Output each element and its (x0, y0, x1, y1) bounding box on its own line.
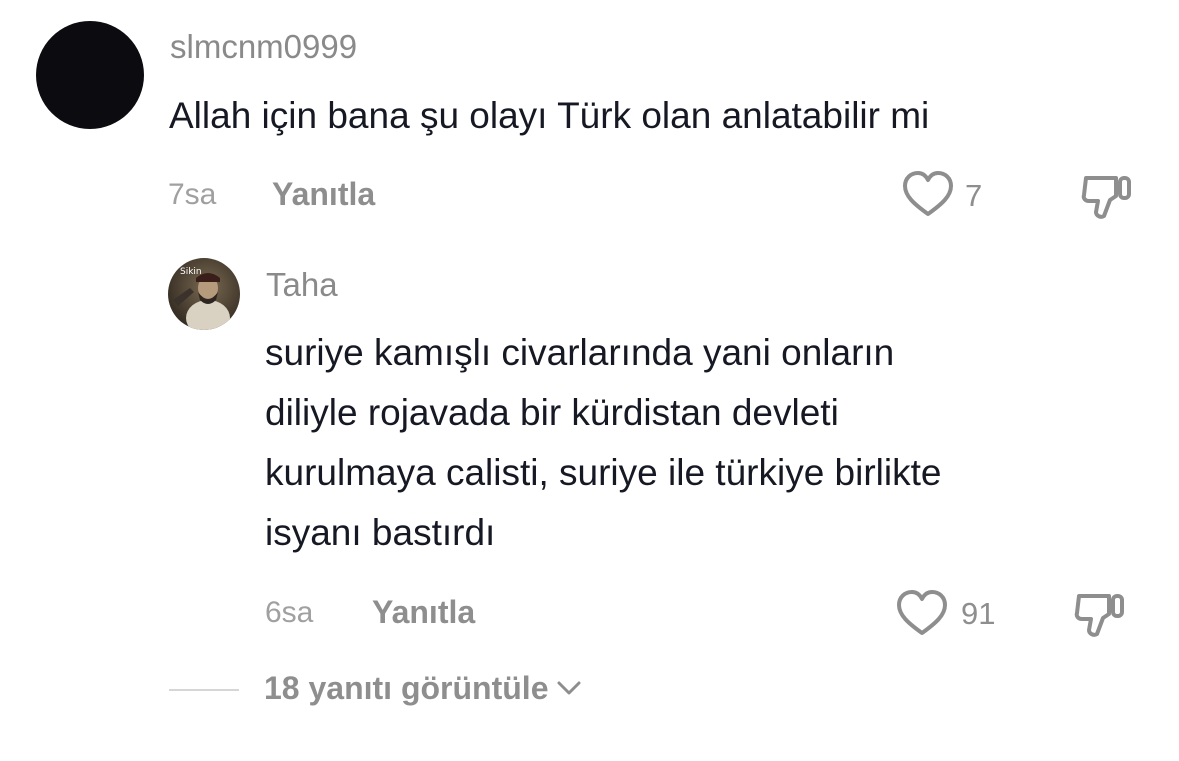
view-replies-label: 18 yanıtı görüntüle (264, 670, 549, 706)
thumbs-down-icon (1074, 594, 1124, 637)
reply-like-button[interactable] (894, 589, 950, 639)
reply-text-line: kurulmaya calisti, suriye ile türkiye bi… (265, 452, 942, 493)
comment-reply-button[interactable]: Yanıtla (272, 178, 375, 210)
comment-like-button[interactable] (900, 170, 956, 220)
reply-dislike-button[interactable] (1073, 588, 1129, 640)
heart-outline-icon (903, 171, 953, 216)
comment-dislike-button[interactable] (1080, 170, 1136, 222)
comment-text: Allah için bana şu olayı Türk olan anlat… (169, 95, 930, 136)
avatar-label: Sikin (180, 267, 202, 277)
reply-reply-button[interactable]: Yanıtla (372, 596, 475, 628)
reply-username[interactable]: Taha (266, 268, 338, 301)
view-replies-divider (169, 689, 239, 691)
comment-timestamp: 7sa (168, 178, 217, 211)
reply-avatar-image: Sikin (168, 258, 240, 330)
reply-text: suriye kamışlı civarlarında yani onların… (265, 323, 941, 563)
thumbs-down-icon (1081, 176, 1131, 219)
reply-text-line: diliyle rojavada bir kürdistan devleti (265, 392, 839, 433)
reply-timestamp: 6sa (265, 596, 314, 629)
view-replies-button[interactable]: 18 yanıtı görüntüle (264, 672, 584, 704)
reply-text-line: isyanı bastırdı (265, 512, 496, 553)
reply-avatar[interactable]: Sikin (168, 258, 240, 330)
reply-like-count: 91 (961, 596, 996, 631)
chevron-down-icon (557, 681, 581, 695)
comment-username[interactable]: slmcnm0999 (170, 30, 357, 63)
comment-like-count: 7 (965, 178, 983, 213)
comment-avatar[interactable] (36, 21, 144, 129)
heart-outline-icon (897, 590, 947, 635)
reply-text-line: suriye kamışlı civarlarında yani onların (265, 332, 895, 373)
